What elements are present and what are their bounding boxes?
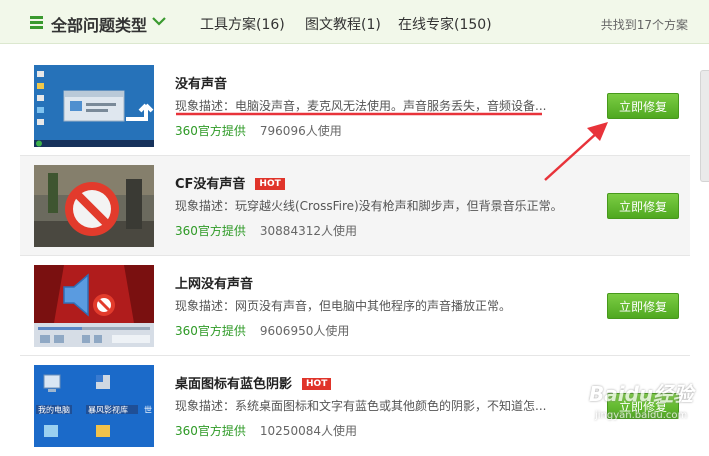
list-item: 上网没有声音 现象描述：网页没有声音，但电脑中其他程序的声音播放正常。 360官… bbox=[20, 256, 690, 356]
category-title[interactable]: 全部问题类型 bbox=[51, 12, 147, 36]
hot-badge: HOT bbox=[255, 178, 285, 190]
item-meta: 360官方提供 9606950人使用 bbox=[175, 322, 349, 339]
provider-label: 360官方提供 bbox=[175, 324, 246, 338]
item-meta: 360官方提供 30884312人使用 bbox=[175, 222, 357, 239]
fix-now-button[interactable]: 立即修复 bbox=[607, 193, 679, 219]
desktop-label-baofeng: 暴风影视库 bbox=[88, 405, 128, 415]
item-description: 现象描述：玩穿越火线(CrossFire)没有枪声和脚步声，但背景音乐正常。 bbox=[175, 199, 563, 213]
watermark-url: jingyan.baidu.com bbox=[595, 410, 688, 421]
provider-label: 360官方提供 bbox=[175, 124, 246, 138]
provider-label: 360官方提供 bbox=[175, 424, 246, 438]
watermark-text: Baidu经验 bbox=[589, 382, 694, 406]
desktop-icons-icon: 我的电脑 暴风影视库 世 bbox=[34, 365, 154, 447]
usage-count: 796096人使用 bbox=[259, 124, 342, 138]
item-description: 现象描述：电脑没声音，麦克风无法使用。声音服务丢失，音频设备... bbox=[175, 99, 547, 113]
item-description: 现象描述：系统桌面图标和文字有蓝色或其他颜色的阴影，不知道怎... bbox=[175, 399, 547, 413]
tab-online-experts[interactable]: 在线专家(150) bbox=[398, 14, 492, 34]
scrollbar[interactable] bbox=[700, 70, 709, 182]
no-sound-prohibited-icon bbox=[34, 165, 154, 247]
hot-badge: HOT bbox=[302, 378, 332, 390]
item-title[interactable]: 没有声音 bbox=[175, 73, 227, 92]
desktop-screenshot-icon bbox=[34, 65, 154, 147]
fix-now-button[interactable]: 立即修复 bbox=[607, 293, 679, 319]
item-meta: 360官方提供 796096人使用 bbox=[175, 122, 342, 139]
item-title[interactable]: 上网没有声音 bbox=[175, 273, 253, 292]
provider-label: 360官方提供 bbox=[175, 224, 246, 238]
usage-count: 9606950人使用 bbox=[259, 324, 350, 338]
result-count: 共找到17个方案 bbox=[600, 18, 688, 32]
list-item: 没有声音 现象描述：电脑没声音，麦克风无法使用。声音服务丢失，音频设备... 3… bbox=[20, 56, 690, 156]
item-description: 现象描述：网页没有声音，但电脑中其他程序的声音播放正常。 bbox=[175, 299, 512, 313]
list-icon bbox=[30, 16, 43, 29]
paw-logo-icon bbox=[540, 371, 580, 422]
muted-speaker-icon bbox=[34, 265, 154, 347]
list-item: CF没有声音 HOT 现象描述：玩穿越火线(CrossFire)没有枪声和脚步声，… bbox=[20, 156, 690, 256]
desktop-label-partial: 世 bbox=[144, 405, 152, 415]
item-title[interactable]: CF没有声音 HOT bbox=[175, 173, 285, 192]
desktop-label-my-computer: 我的电脑 bbox=[38, 405, 70, 415]
fix-now-button[interactable]: 立即修复 bbox=[607, 93, 679, 119]
tab-tool-solutions[interactable]: 工具方案(16) bbox=[200, 14, 285, 34]
baidu-watermark: Baidu经验 jingyan.baidu.com bbox=[535, 366, 705, 438]
item-title[interactable]: 桌面图标有蓝色阴影 HOT bbox=[175, 373, 332, 392]
usage-count: 30884312人使用 bbox=[259, 224, 357, 238]
chevron-down-icon[interactable] bbox=[152, 16, 166, 26]
usage-count: 10250084人使用 bbox=[259, 424, 357, 438]
tab-tutorials[interactable]: 图文教程(1) bbox=[305, 14, 381, 34]
top-filter-bar: 全部问题类型 工具方案(16) 图文教程(1) 在线专家(150) 共找到17个… bbox=[0, 0, 709, 44]
item-meta: 360官方提供 10250084人使用 bbox=[175, 422, 357, 439]
